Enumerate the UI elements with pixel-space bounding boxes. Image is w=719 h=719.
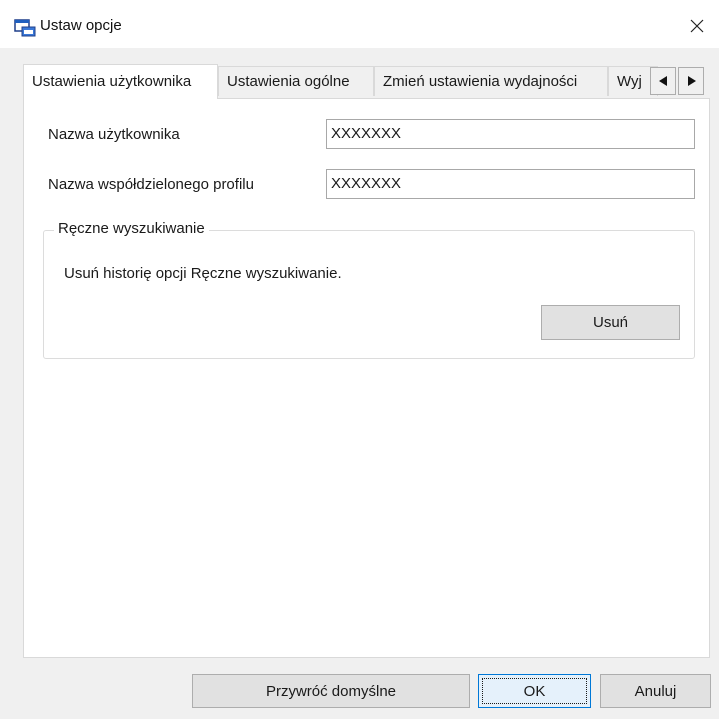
tab-scroll-left-button[interactable] <box>650 67 676 95</box>
arrow-right-icon <box>687 73 696 90</box>
shared-profile-field[interactable]: XXXXXXX <box>326 169 695 199</box>
tab-strip: Ustawienia użytkownika Ustawienia ogólne… <box>0 64 719 99</box>
shared-profile-label: Nazwa współdzielonego profilu <box>48 176 254 193</box>
manual-search-group: Ręczne wyszukiwanie Usuń historię opcji … <box>43 220 695 359</box>
restore-defaults-button[interactable]: Przywróć domyślne <box>192 674 470 708</box>
tab-user-settings[interactable]: Ustawienia użytkownika <box>23 64 218 99</box>
focus-rectangle <box>482 678 587 704</box>
tab-page-user-settings: Nazwa użytkownika XXXXXXX Nazwa współdzi… <box>23 98 710 658</box>
arrow-left-icon <box>658 73 668 90</box>
tab-performance-settings[interactable]: Zmień ustawienia wydajności <box>374 66 608 96</box>
cancel-button[interactable]: Anuluj <box>600 674 711 708</box>
ok-button[interactable]: OK <box>478 674 591 708</box>
manual-search-legend: Ręczne wyszukiwanie <box>54 220 209 237</box>
app-window-icon <box>14 19 36 37</box>
close-icon <box>690 19 704 37</box>
options-dialog: Ustaw opcje Ustawienia użytkownika Ustaw… <box>0 0 719 719</box>
username-label: Nazwa użytkownika <box>48 126 180 143</box>
window-title: Ustaw opcje <box>40 17 122 34</box>
cancel-label: Anuluj <box>634 682 677 700</box>
tab-scroll-right-button[interactable] <box>678 67 704 95</box>
username-field[interactable]: XXXXXXX <box>326 119 695 149</box>
manual-search-description: Usuń historię opcji Ręczne wyszukiwanie. <box>64 265 342 282</box>
restore-defaults-label: Przywróć domyślne <box>265 682 397 700</box>
delete-history-button[interactable]: Usuń <box>541 305 680 340</box>
close-button[interactable] <box>675 8 719 48</box>
tab-general-settings[interactable]: Ustawienia ogólne <box>218 66 374 96</box>
delete-history-label: Usuń <box>592 314 629 331</box>
title-bar: Ustaw opcje <box>0 0 719 48</box>
